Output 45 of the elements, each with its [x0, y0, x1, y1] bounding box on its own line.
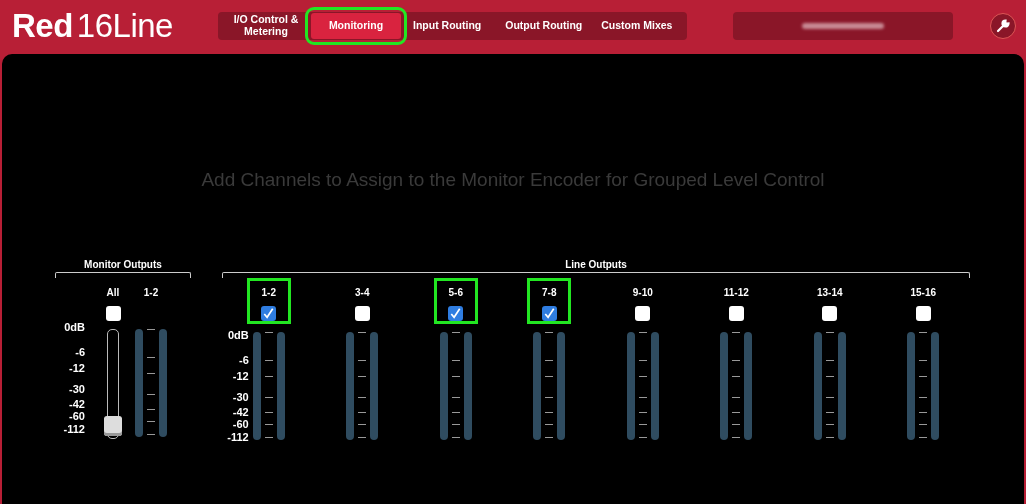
channel-label: 1-2	[261, 287, 276, 298]
scale-label: 0dB	[227, 329, 249, 342]
checkbox[interactable]	[261, 306, 277, 321]
channel-label: 7-8	[542, 287, 557, 298]
scale-label: -60	[69, 409, 85, 422]
scale-label: -42	[69, 397, 85, 410]
section-title: Monitor Outputs	[83, 259, 163, 270]
checkbox[interactable]	[635, 306, 651, 321]
checkbox[interactable]	[541, 306, 557, 321]
channel-label: 13-14	[816, 287, 843, 298]
checkbox[interactable]	[915, 306, 931, 321]
channel-label: 3-4	[355, 287, 370, 298]
channel-label: 5-6	[448, 287, 463, 298]
scale-label: -112	[63, 422, 85, 435]
scale-label: -12	[69, 362, 85, 375]
checkbox[interactable]	[354, 306, 370, 321]
fader-handle[interactable]	[104, 416, 122, 437]
checkbox[interactable]	[448, 306, 464, 321]
channel-label: 9-10	[632, 287, 653, 298]
checkbox[interactable]	[105, 306, 121, 321]
channel-label: 11-12	[723, 287, 749, 298]
checkbox[interactable]	[822, 306, 838, 321]
wrench-icon	[996, 19, 1010, 33]
fader-track[interactable]	[107, 329, 119, 439]
scale-label: -42	[232, 405, 249, 418]
channel-label: 1-2	[143, 287, 159, 298]
scale-label: -30	[232, 390, 249, 403]
settings-button[interactable]	[990, 13, 1016, 39]
scale-label: -6	[75, 346, 85, 359]
scale-label: -12	[232, 370, 249, 383]
tab[interactable]: Output Routing	[493, 13, 590, 39]
heading: Add Channels to Assign to the Monitor Encoder for Grouped Level Control	[200, 169, 826, 191]
scale-label: -112	[227, 430, 249, 443]
tab[interactable]: Input Routing	[401, 13, 494, 39]
scale-label: -30	[69, 382, 85, 395]
channel-label: 15-16	[910, 287, 937, 298]
section-title: Line Outputs	[564, 259, 628, 270]
scale-label: -60	[232, 417, 249, 430]
checkbox[interactable]	[728, 306, 744, 321]
tab[interactable]: Custom Mixes	[589, 13, 685, 39]
channel-label: All	[106, 287, 120, 298]
tab[interactable]: I/O Control & Metering	[221, 13, 311, 39]
scale-label: 0dB	[64, 321, 85, 334]
logo: Red 16Line	[12, 7, 174, 45]
scale-label: -6	[238, 354, 249, 367]
